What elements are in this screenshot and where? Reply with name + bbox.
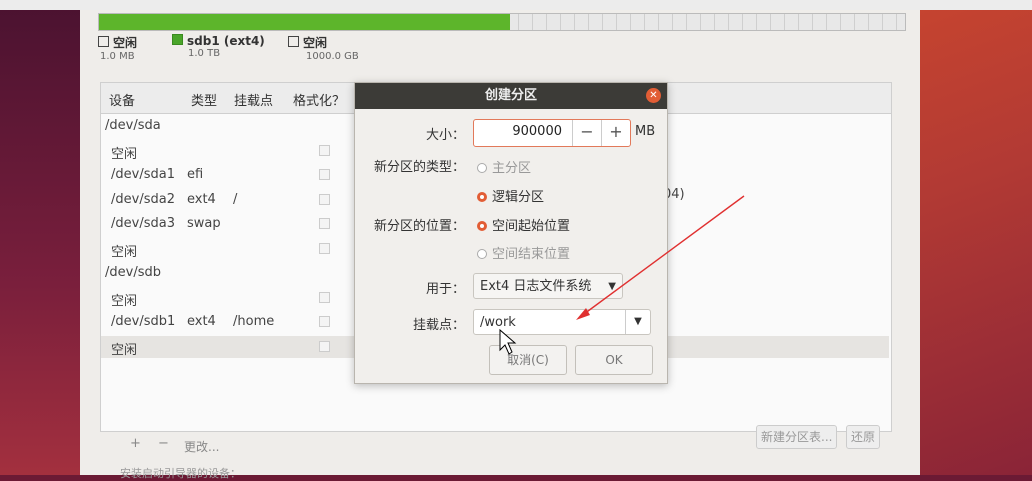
cell-mount: / — [233, 191, 238, 207]
cell-device: 空闲 — [111, 244, 138, 260]
ok-button[interactable]: OK — [575, 345, 653, 375]
cell-device: 空闲 — [111, 146, 138, 162]
close-icon[interactable]: ✕ — [646, 88, 661, 103]
format-checkbox[interactable] — [319, 144, 330, 156]
format-checkbox[interactable] — [319, 193, 330, 205]
format-checkbox[interactable] — [319, 340, 330, 352]
add-partition-button[interactable]: + — [130, 436, 141, 451]
format-checkbox[interactable] — [319, 218, 330, 229]
free-swatch-icon — [98, 36, 109, 47]
radio-end-of-space[interactable]: 空间结束位置 — [477, 243, 570, 262]
size-label: 大小： — [425, 128, 465, 143]
format-checkbox[interactable] — [319, 169, 330, 180]
size-spinbox[interactable]: 900000 − + — [473, 119, 631, 147]
dropdown-arrow-icon[interactable]: ▼ — [625, 310, 650, 334]
radio-indicator — [477, 192, 487, 202]
cell-device: /dev/sda1 — [111, 167, 175, 182]
type-label: 新分区的类型： — [373, 160, 465, 175]
cancel-button[interactable]: 取消(C) — [489, 345, 567, 375]
dialog-titlebar: 创建分区 ✕ — [355, 83, 667, 109]
cell-type: swap — [187, 216, 221, 231]
remove-partition-button[interactable]: − — [158, 436, 169, 451]
cell-device: /dev/sdb1 — [111, 314, 176, 329]
use-as-label: 用于： — [425, 282, 465, 297]
increase-size-button[interactable]: + — [601, 120, 630, 146]
radio-start-of-space[interactable]: 空间起始位置 — [477, 215, 570, 234]
cell-device: /dev/sdb — [105, 265, 161, 280]
format-checkbox[interactable] — [319, 316, 330, 327]
cell-device: 空闲 — [111, 342, 138, 358]
location-label: 新分区的位置： — [373, 219, 465, 234]
cell-device: /dev/sda2 — [111, 191, 175, 207]
cell-mount: /home — [233, 314, 275, 329]
decrease-size-button[interactable]: − — [572, 120, 601, 146]
radio-indicator — [477, 221, 487, 231]
top-bar — [0, 0, 1032, 10]
disk-usage-bar — [98, 13, 906, 31]
radio-primary[interactable]: 主分区 — [477, 157, 531, 176]
use-as-combo[interactable]: Ext4 日志文件系统 ▼ — [473, 273, 623, 299]
radio-indicator — [477, 249, 487, 259]
desktop-background-left — [0, 0, 80, 475]
mount-point-label: 挂载点： — [412, 318, 465, 333]
size-input[interactable]: 900000 — [474, 124, 562, 139]
disk-usage-fill — [99, 14, 511, 30]
mount-point-input[interactable]: /work ▼ — [473, 309, 651, 335]
ext4-swatch-icon — [172, 34, 183, 45]
dropdown-arrow-icon: ▼ — [608, 281, 616, 292]
col-mount[interactable]: 挂载点 — [234, 90, 273, 109]
dialog-title: 创建分区 — [484, 88, 537, 103]
radio-indicator — [477, 163, 487, 173]
cell-device: /dev/sda — [105, 118, 161, 133]
col-type[interactable]: 类型 — [191, 90, 217, 109]
format-checkbox[interactable] — [319, 291, 330, 303]
create-partition-dialog: 创建分区 ✕ 大小： 900000 − + MB 新分区的类型： 主分区 逻辑分… — [354, 82, 668, 384]
cell-device: /dev/sda3 — [111, 216, 175, 231]
bootloader-label: 安装启动引导器的设备： — [120, 467, 241, 480]
cell-type: ext4 — [187, 314, 216, 329]
cell-type: ext4 — [187, 191, 216, 207]
size-unit: MB — [635, 124, 656, 139]
revert-button[interactable]: 还原 — [846, 425, 881, 449]
free-swatch-icon — [288, 36, 299, 47]
col-device[interactable]: 设备 — [109, 90, 135, 109]
legend-free-2: 空闲 1000.0 GB — [288, 34, 359, 62]
format-checkbox[interactable] — [319, 242, 330, 254]
col-format[interactable]: 格式化？ — [293, 90, 345, 109]
change-partition-button[interactable]: 更改... — [184, 438, 219, 455]
cell-device: 空闲 — [111, 293, 138, 309]
legend-sdb1: sdb1 (ext4) 1.0 TB — [172, 34, 265, 59]
radio-logical[interactable]: 逻辑分区 — [477, 186, 544, 205]
new-partition-table-button[interactable]: 新建分区表... — [756, 425, 838, 449]
legend-free-1: 空闲 1.0 MB — [98, 36, 138, 62]
cell-type: efi — [187, 167, 204, 182]
